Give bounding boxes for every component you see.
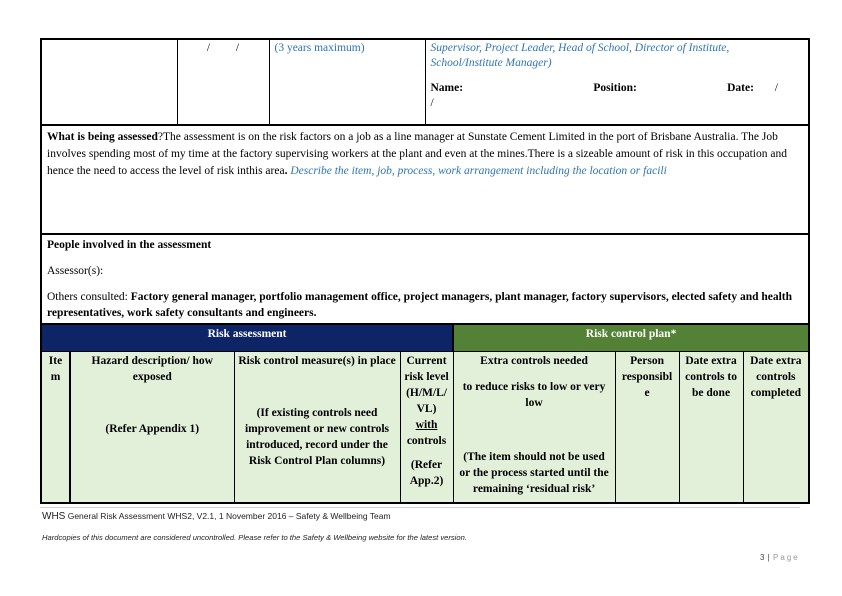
approver-cell: Supervisor, Project Leader, Head of Scho… (424, 38, 810, 126)
page-label: Page (772, 553, 800, 562)
col-date-todo-label: Date extra controls to be done (685, 355, 737, 399)
assessors-label: Assessor(s): (47, 265, 104, 277)
page-sep: | (764, 553, 773, 562)
name-label[interactable]: Name: (431, 81, 464, 96)
col-date-done[interactable]: Date extra controls completed (742, 351, 811, 504)
date-slash-wrap: / (430, 97, 434, 109)
col-person-label: Person responsibl e (621, 355, 673, 399)
col-person[interactable]: Person responsibl e (614, 351, 680, 504)
col-control[interactable]: Risk control measure(s) in place (If exi… (233, 351, 401, 504)
column-header-row: Ite m Hazard description/ how exposed (R… (40, 351, 811, 504)
col-extra-sub: to reduce risks to low or very low (462, 381, 606, 409)
others-value: Factory general manager, portfolio manag… (47, 291, 793, 319)
col-extra-title: Extra controls needed (480, 355, 588, 367)
risk-assessment-header: Risk assessment (39, 323, 455, 352)
date-label: Date: (727, 82, 754, 94)
assessment-info-table: / / (3 years maximum) Supervisor, Projec… (40, 38, 810, 334)
footer-doc-info: WHS General Risk Assessment WHS2, V2.1, … (42, 511, 391, 522)
what-assessed-row: What is being assessed?The assessment is… (40, 124, 810, 235)
col-control-note: (If existing controls need improvement o… (244, 407, 390, 467)
col-control-title: Risk control measure(s) in place (238, 355, 396, 367)
footer-disclaimer: Hardcopies of this document are consider… (42, 533, 467, 542)
date-slash: / (774, 82, 778, 94)
approver-roles: Supervisor, Project Leader, Head of Scho… (430, 42, 730, 69)
risk-control-plan-header: Risk control plan* (452, 323, 811, 352)
col-date-todo[interactable]: Date extra controls to be done (678, 351, 744, 504)
col-hazard-note: (Refer Appendix 1) (105, 423, 200, 435)
section-header-row: Risk assessment Risk control plan* (39, 323, 811, 352)
col-current-risk-note: (Refer App.2) (409, 459, 444, 487)
what-assessed-cell[interactable]: What is being assessed?The assessment is… (40, 124, 810, 235)
signature-row: Name: Position: Date: / (431, 81, 804, 96)
position-label[interactable]: Position: (593, 81, 636, 96)
footer-whs: WHS (42, 511, 66, 522)
col-current-risk[interactable]: Current risk level (H/M/L/ VL) with cont… (399, 351, 454, 504)
risk-table: Risk assessment Risk control plan* Ite m… (39, 323, 811, 504)
col-hazard[interactable]: Hazard description/ how exposed (Refer A… (69, 351, 235, 504)
others-consulted: Others consulted: Factory general manage… (47, 289, 803, 321)
col-hazard-title: Hazard description/ how exposed (91, 355, 213, 383)
col-current-risk-title: Current risk level (H/M/L/ VL) (404, 355, 449, 415)
col-extra-note: (The item should not be used or the proc… (459, 451, 609, 495)
col-extra-controls[interactable]: Extra controls needed to reduce risks to… (452, 351, 616, 504)
what-assessed-label: What is being assessed (47, 131, 158, 143)
others-label: Others consulted: (47, 291, 131, 303)
footer-divider (40, 507, 800, 508)
people-row: People involved in the assessment Assess… (40, 233, 810, 334)
date-label-group[interactable]: Date: / (727, 81, 778, 96)
col-current-risk-controls: controls (406, 435, 447, 447)
col-current-risk-with: with (415, 419, 438, 431)
page-number: 3 | Page (760, 553, 800, 562)
people-heading: People involved in the assessment (47, 239, 212, 251)
col-item[interactable]: Ite m (40, 351, 71, 504)
footer-doc-text: General Risk Assessment WHS2, V2.1, 1 No… (65, 511, 391, 521)
blank-cell (40, 38, 178, 126)
col-item-label: Ite m (48, 355, 63, 383)
people-cell[interactable]: People involved in the assessment Assess… (40, 233, 810, 334)
what-assessed-hint: Describe the item, job, process, work ar… (290, 165, 667, 177)
col-date-done-label: Date extra controls completed (750, 355, 802, 399)
approval-row: / / (3 years maximum) Supervisor, Projec… (40, 38, 810, 126)
document-page: / / (3 years maximum) Supervisor, Projec… (0, 0, 842, 596)
date-slashes[interactable]: / / (176, 38, 270, 126)
review-period: (3 years maximum) (268, 38, 426, 126)
